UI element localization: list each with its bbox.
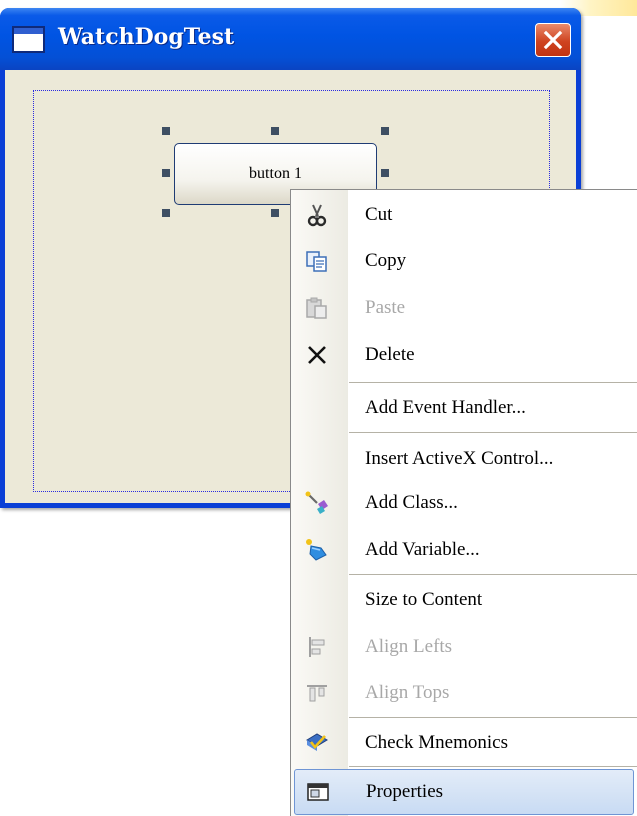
window-title: WatchDogTest (58, 24, 235, 50)
menu-item-delete[interactable]: Delete (291, 332, 637, 378)
menu-item-align-tops[interactable]: Align Tops (291, 670, 637, 716)
menu-item-label: Copy (365, 250, 407, 271)
menu-item-label: Properties (366, 781, 444, 802)
menu-separator (349, 766, 637, 767)
menu-item-add-class[interactable]: Add Class... (291, 480, 637, 526)
menu-item-label: Cut (365, 204, 393, 225)
design-button-label: button 1 (249, 165, 302, 182)
menu-item-insert-activex-control[interactable]: Insert ActiveX Control... (291, 436, 637, 482)
menu-item-label: Align Tops (365, 682, 450, 703)
menu-separator (349, 382, 637, 383)
add-class-wand-icon (304, 490, 330, 516)
resize-handle-bottom-center[interactable] (271, 209, 279, 217)
menu-separator (349, 574, 637, 575)
close-button[interactable] (535, 23, 571, 57)
menu-item-properties[interactable]: Properties (294, 769, 634, 815)
add-variable-wand-icon (304, 537, 330, 563)
menu-item-label: Align Lefts (365, 636, 453, 657)
menu-separator (349, 432, 637, 433)
resize-handle-bottom-left[interactable] (162, 209, 170, 217)
close-icon (543, 30, 563, 50)
copy-icon (304, 248, 330, 274)
align-tops-icon (304, 680, 330, 706)
resize-handle-middle-right[interactable] (381, 169, 389, 177)
menu-item-label: Add Class... (365, 492, 458, 513)
resize-handle-middle-left[interactable] (162, 169, 170, 177)
check-mnemonics-icon (304, 730, 330, 756)
menu-item-copy[interactable]: Copy (291, 238, 637, 284)
context-menu: Cut Copy Paste Delete Add Event Handler.… (290, 189, 637, 816)
menu-item-label: Add Event Handler... (365, 397, 526, 418)
menu-item-paste[interactable]: Paste (291, 285, 637, 331)
scissors-icon (304, 202, 330, 228)
menu-item-add-event-handler[interactable]: Add Event Handler... (291, 385, 637, 431)
menu-item-label: Paste (365, 297, 406, 318)
menu-item-add-variable[interactable]: Add Variable... (291, 527, 637, 573)
title-bar[interactable]: WatchDogTest (0, 8, 581, 70)
menu-item-label: Insert ActiveX Control... (365, 448, 554, 469)
paste-icon (304, 295, 330, 321)
align-lefts-icon (304, 634, 330, 660)
menu-item-label: Check Mnemonics (365, 732, 509, 753)
resize-handle-top-center[interactable] (271, 127, 279, 135)
menu-item-size-to-content[interactable]: Size to Content (291, 577, 637, 623)
menu-item-cut[interactable]: Cut (291, 192, 637, 238)
resize-handle-top-right[interactable] (381, 127, 389, 135)
window-icon (12, 26, 45, 53)
menu-separator (349, 717, 637, 718)
properties-icon (305, 779, 331, 805)
delete-x-icon (304, 342, 330, 368)
menu-item-label: Add Variable... (365, 539, 480, 560)
menu-item-check-mnemonics[interactable]: Check Mnemonics (291, 720, 637, 766)
menu-item-label: Size to Content (365, 589, 483, 610)
resize-handle-top-left[interactable] (162, 127, 170, 135)
menu-item-align-lefts[interactable]: Align Lefts (291, 624, 637, 670)
menu-item-label: Delete (365, 344, 415, 365)
